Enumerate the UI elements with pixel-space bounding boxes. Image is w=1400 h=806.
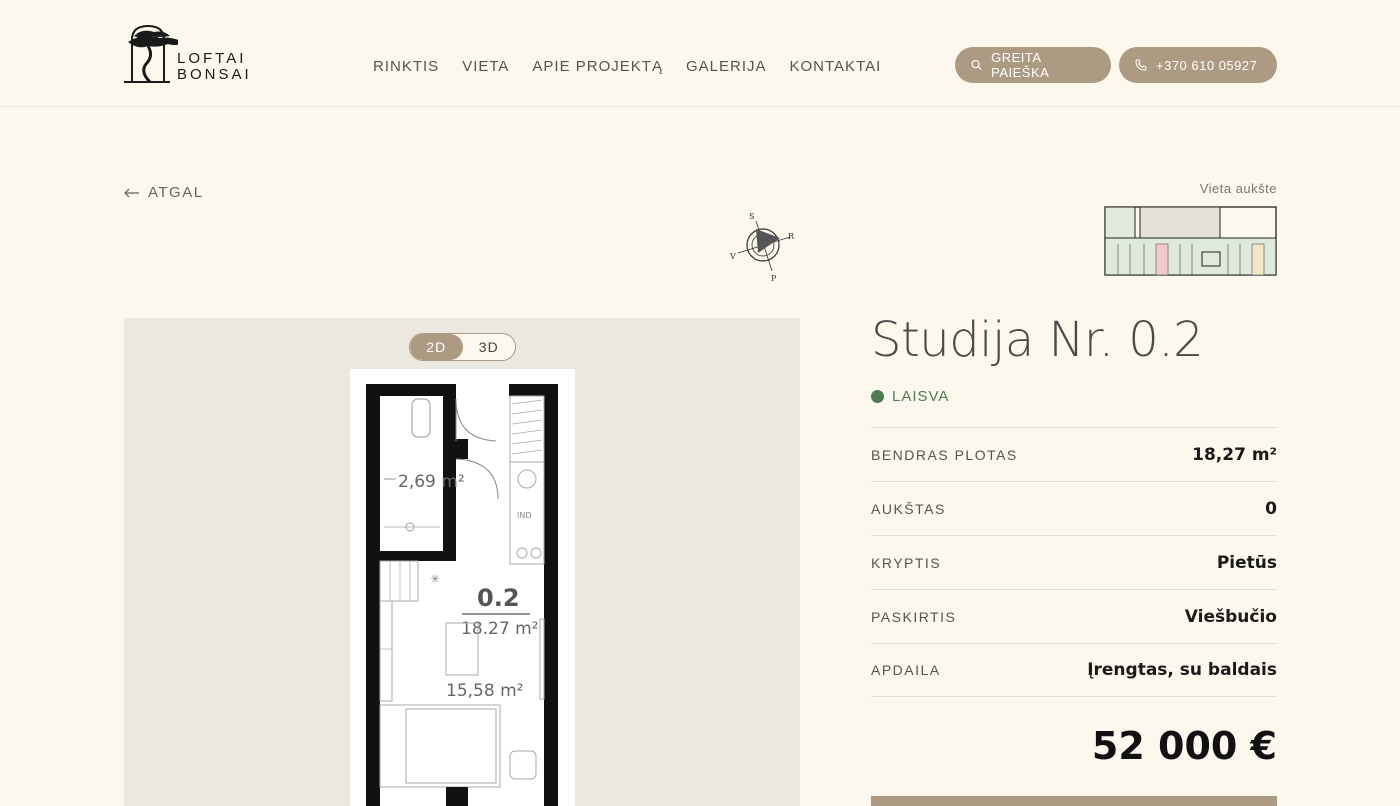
compass-north: S xyxy=(749,212,754,221)
spec-value: Įrengtas, su baldais xyxy=(1087,660,1277,680)
back-link[interactable]: ATGAL xyxy=(124,184,204,201)
spec-row: APDAILA Įrengtas, su baldais xyxy=(871,643,1277,697)
spec-value: 18,27 m² xyxy=(1192,444,1277,465)
spec-value: Viešbučio xyxy=(1184,606,1277,627)
compass-east: R xyxy=(788,232,795,241)
brand-line-1: LOFTAI xyxy=(177,50,247,67)
nav-item-vieta[interactable]: VIETA xyxy=(462,58,509,75)
compass-icon: S R P V xyxy=(729,212,795,283)
main-nav: RINKTIS VIETA APIE PROJEKTĄ GALERIJA KON… xyxy=(373,58,881,75)
floor-minimap-svg xyxy=(1104,206,1277,276)
unit-price: 52 000 € xyxy=(1091,724,1277,768)
bonsai-tree-icon xyxy=(124,24,186,84)
unit-title: Studija Nr. 0.2 xyxy=(871,312,1204,368)
nav-item-rinktis[interactable]: RINKTIS xyxy=(373,58,439,75)
status-text: LAISVA xyxy=(892,388,950,405)
spec-label: APDAILA xyxy=(871,662,941,678)
spec-row: PASKIRTIS Viešbučio xyxy=(871,589,1277,643)
phone-button[interactable]: +370 610 05927 xyxy=(1119,47,1277,83)
unit-number-label: 0.2 xyxy=(477,584,520,612)
nav-item-kontaktai[interactable]: KONTAKTAI xyxy=(790,58,882,75)
bath-area-label: 2,69 m² xyxy=(398,472,465,492)
nav-item-apie-projekta[interactable]: APIE PROJEKTĄ xyxy=(532,58,663,75)
back-label: ATGAL xyxy=(148,184,204,201)
view-toggle: 2D 3D xyxy=(409,333,516,361)
brand-name: LOFTAI BONSAI xyxy=(177,51,252,83)
main-area-label: 15,58 m² xyxy=(446,681,523,701)
unit-area-label: 18.27 m² xyxy=(461,619,538,639)
spec-label: KRYPTIS xyxy=(871,554,942,571)
floor-plan-panel: 2D 3D IND 2,69 m² 0.2 18.27 m² 15,58 m² … xyxy=(124,318,800,806)
spec-row: KRYPTIS Pietūs xyxy=(871,535,1277,589)
brand-line-2: BONSAI xyxy=(177,66,252,83)
search-icon xyxy=(971,59,982,71)
spec-row: AUKŠTAS 0 xyxy=(871,481,1277,535)
nav-item-galerija[interactable]: GALERIJA xyxy=(686,58,767,75)
spec-label: BENDRAS PLOTAS xyxy=(871,446,1018,463)
spec-row: BENDRAS PLOTAS 18,27 m² xyxy=(871,427,1277,481)
compass: S R P V xyxy=(728,211,798,283)
spec-label: PASKIRTIS xyxy=(871,608,957,625)
view-2d-option[interactable]: 2D xyxy=(410,334,463,360)
quick-search-label: GREITA PAIEŠKA xyxy=(991,50,1050,80)
quick-search-button[interactable]: GREITA PAIEŠKA xyxy=(955,47,1111,83)
spec-label: AUKŠTAS xyxy=(871,500,946,517)
specs-table: BENDRAS PLOTAS 18,27 m² AUKŠTAS 0 KRYPTI… xyxy=(871,427,1277,697)
brand-logo[interactable]: LOFTAI BONSAI xyxy=(124,22,254,86)
status-badge: LAISVA xyxy=(871,388,949,405)
floor-plan-svg: IND 2,69 m² 0.2 18.27 m² 15,58 m² ✳ xyxy=(366,384,558,806)
floor-location-label: Vieta aukšte xyxy=(1199,181,1277,196)
induction-label: IND xyxy=(517,511,532,520)
compass-west: V xyxy=(729,252,736,261)
spec-value: 0 xyxy=(1265,498,1277,519)
arrow-left-icon xyxy=(124,188,139,197)
site-header: LOFTAI BONSAI RINKTIS VIETA APIE PROJEKT… xyxy=(0,0,1400,107)
floor-plan-drawing: IND 2,69 m² 0.2 18.27 m² 15,58 m² ✳ xyxy=(350,369,575,806)
compass-south: P xyxy=(771,274,777,283)
status-dot-icon xyxy=(871,390,884,403)
inquiry-button[interactable] xyxy=(871,796,1277,806)
phone-label: +370 610 05927 xyxy=(1156,57,1258,73)
view-3d-option[interactable]: 3D xyxy=(463,334,516,360)
floor-minimap[interactable] xyxy=(1104,206,1277,276)
svg-text:✳: ✳ xyxy=(430,572,440,586)
spec-value: Pietūs xyxy=(1216,552,1277,573)
phone-icon xyxy=(1135,59,1147,71)
